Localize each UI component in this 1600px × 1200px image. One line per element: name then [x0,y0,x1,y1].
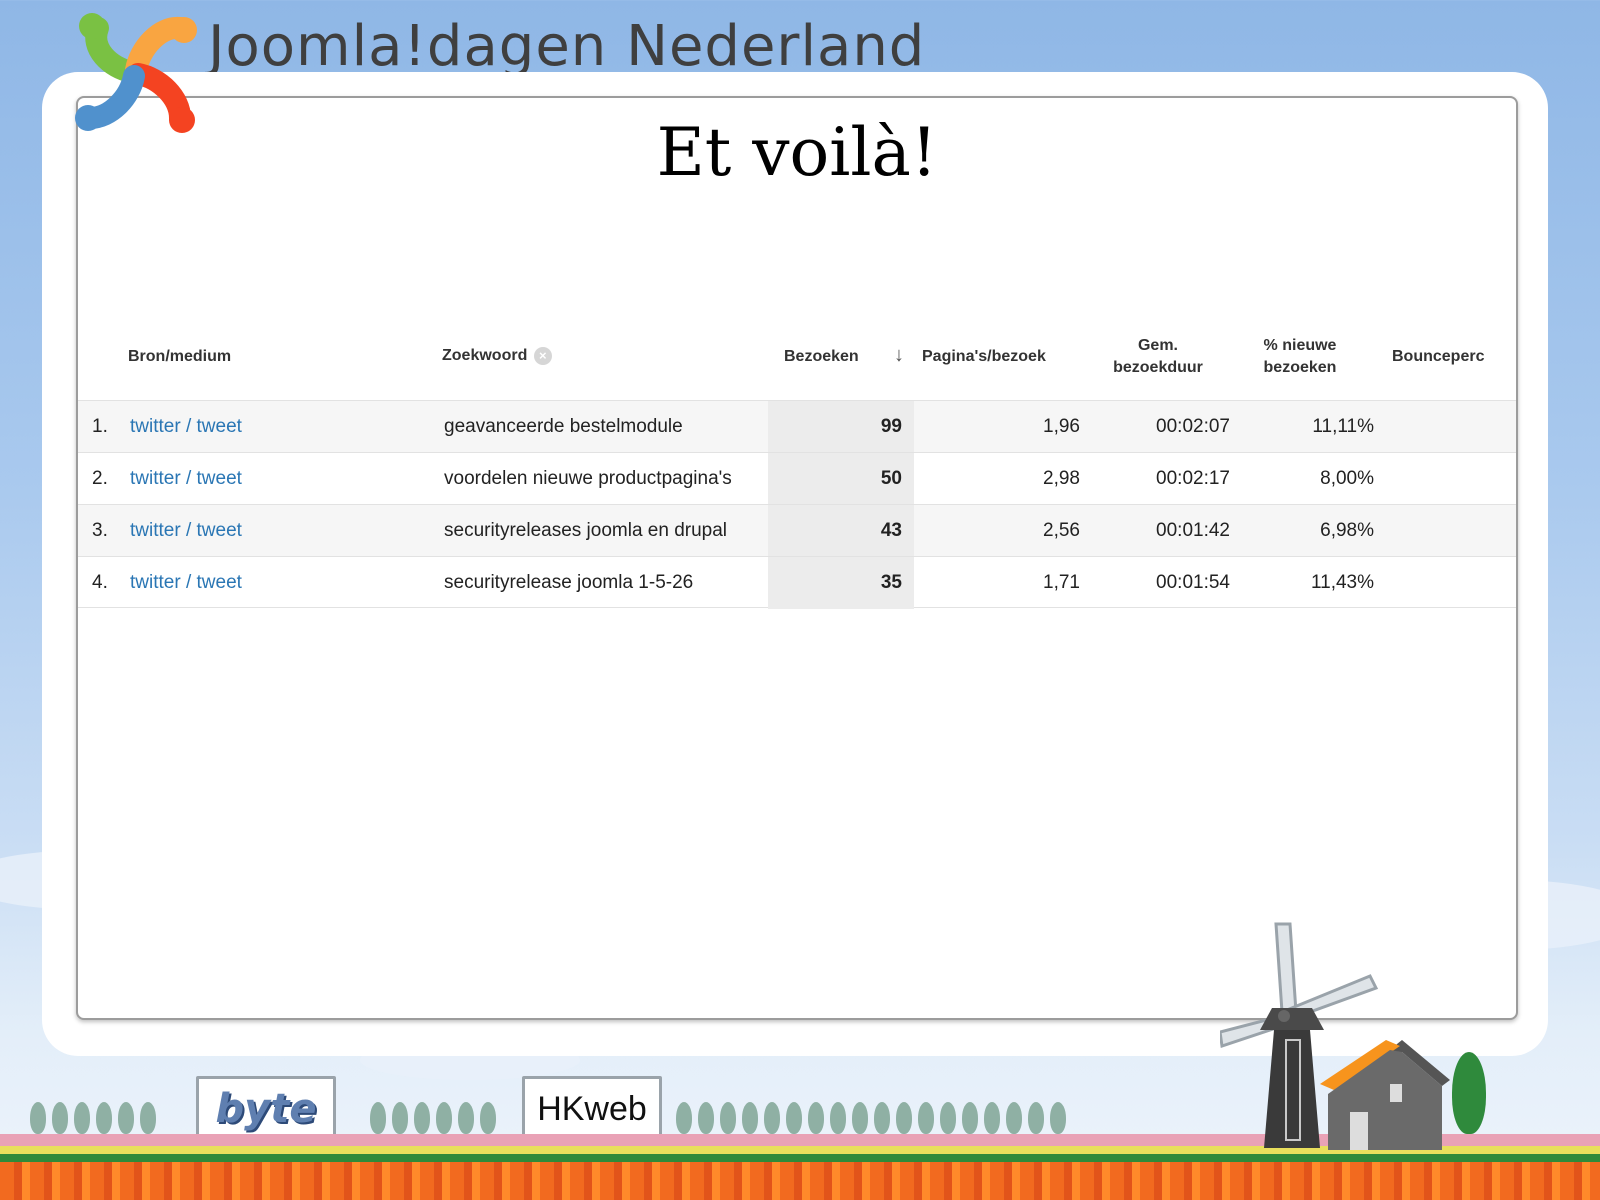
row-number: 4. [92,572,108,593]
tree [874,1102,890,1134]
keyword-cell: securityrelease joomla 1-5-26 [444,572,694,593]
tree [698,1102,714,1134]
source-link[interactable]: twitter / tweet [130,453,242,505]
tulip-field [0,1162,1600,1200]
tree [786,1102,802,1134]
tree [742,1102,758,1134]
joomla-logo [70,8,200,138]
avg-duration-cell: 00:01:54 [1156,572,1230,593]
tree [140,1102,156,1134]
column-header-new-visits[interactable]: % nieuwe bezoeken [1250,335,1350,379]
site-title: Joomla!dagen Nederland [208,14,926,79]
house [1320,1040,1450,1150]
tree [96,1102,112,1134]
new-visits-cell: 11,43% [1310,572,1374,593]
tree [118,1102,134,1134]
visits-cell: 35 [880,572,902,593]
tree [830,1102,846,1134]
new-visits-cell: 6,98% [1320,520,1374,541]
tree [436,1102,452,1134]
tree [30,1102,46,1134]
tree [1452,1052,1486,1134]
tree [918,1102,934,1134]
tree [392,1102,408,1134]
tree [1050,1102,1066,1134]
avg-duration-cell: 00:02:17 [1156,468,1230,489]
sponsor-billboard-byte: byte [196,1076,336,1142]
visits-cell: 99 [880,416,902,437]
avg-duration-cell: 00:02:07 [1156,416,1230,437]
slide-frame: Et voilà! Bron/medium Zoekwoord × Bezoek… [76,96,1518,1020]
tree [480,1102,496,1134]
new-visits-cell: 8,00% [1320,468,1374,489]
remove-circle-icon[interactable]: × [533,346,552,365]
tree [940,1102,956,1134]
avg-duration-cell: 00:01:42 [1156,520,1230,541]
tree [962,1102,978,1134]
keyword-cell: geavanceerde bestelmodule [444,416,683,437]
row-number: 3. [92,520,108,541]
visits-cell: 43 [880,520,902,541]
column-header-keyword[interactable]: Zoekwoord × [442,345,552,367]
tree [414,1102,430,1134]
slide-title: Et voilà! [656,114,938,191]
column-header-visits[interactable]: Bezoeken [784,346,859,368]
keyword-cell: securityreleases joomla en drupal [444,520,728,541]
pages-per-visit-cell: 1,96 [1043,416,1080,437]
table-row: 2. twitter / tweet voordelen nieuwe prod… [78,452,1516,505]
sponsor-billboard-hkweb: HKweb [522,1076,662,1142]
tree [852,1102,868,1134]
keyword-cell: voordelen nieuwe productpagina's [444,468,732,489]
pages-per-visit-cell: 1,71 [1043,572,1080,593]
visits-cell: 50 [880,468,902,489]
table-row: 3. twitter / tweet securityreleases joom… [78,504,1516,557]
tree [1028,1102,1044,1134]
source-link[interactable]: twitter / tweet [130,505,242,557]
table-row: 1. twitter / tweet geavanceerde bestelmo… [78,400,1516,453]
table-header-row: Bron/medium Zoekwoord × Bezoeken ↓ Pagin… [78,312,1516,400]
new-visits-cell: 11,11% [1312,416,1374,437]
tree [896,1102,912,1134]
column-header-new-visits-line2: bezoeken [1263,359,1337,376]
column-header-avg-duration-line1: Gem. [1137,337,1178,354]
tree [74,1102,90,1134]
hkweb-logo-text: HKweb [537,1089,647,1128]
tree [764,1102,780,1134]
tree [370,1102,386,1134]
tree [1006,1102,1022,1134]
tree [676,1102,692,1134]
row-number: 1. [92,416,108,437]
column-header-keyword-label: Zoekwoord [442,347,528,364]
row-number: 2. [92,468,108,489]
pages-per-visit-cell: 2,56 [1043,520,1080,541]
tree [720,1102,736,1134]
column-header-avg-duration[interactable]: Gem. bezoekduur [1098,335,1218,379]
column-header-new-visits-line1: % nieuwe [1263,337,1337,354]
sort-down-arrow-icon[interactable]: ↓ [890,344,908,366]
tree [52,1102,68,1134]
source-link[interactable]: twitter / tweet [130,557,242,609]
table-row: 4. twitter / tweet securityrelease jooml… [78,556,1516,609]
column-header-source[interactable]: Bron/medium [128,346,231,368]
byte-logo-text: byte [215,1086,317,1132]
column-header-pages-per-visit[interactable]: Pagina's/bezoek [922,346,1046,368]
column-header-bounce[interactable]: Bounceperc [1392,346,1484,368]
tree [808,1102,824,1134]
source-link[interactable]: twitter / tweet [130,401,242,453]
tree [458,1102,474,1134]
pages-per-visit-cell: 2,98 [1043,468,1080,489]
tree [984,1102,1000,1134]
column-header-avg-duration-line2: bezoekduur [1113,359,1203,376]
